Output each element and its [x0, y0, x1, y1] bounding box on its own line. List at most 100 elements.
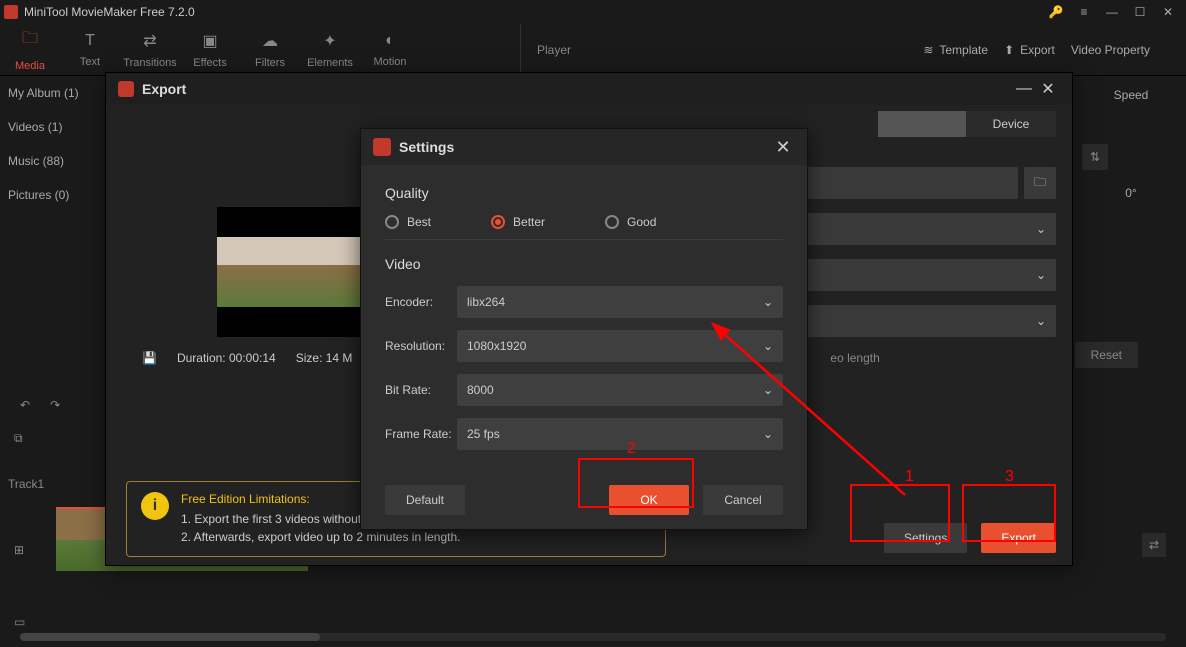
- save-icon: 💾: [142, 351, 157, 365]
- chevron-down-icon: ⌄: [1036, 314, 1046, 328]
- layers-icon: ≋: [923, 43, 933, 57]
- close-icon[interactable]: ✕: [1154, 0, 1182, 24]
- motion-icon: ◐: [360, 32, 420, 50]
- app-title: MiniTool MovieMaker Free 7.2.0: [24, 5, 1042, 19]
- template-button[interactable]: ≋ Template: [923, 43, 988, 57]
- minimize-icon[interactable]: —: [1098, 0, 1126, 24]
- speed-label[interactable]: Speed: [1076, 76, 1186, 114]
- player-panel: Player ≋ Template ⬆ Export Video Propert…: [520, 24, 1186, 75]
- framerate-dropdown[interactable]: 25 fps⌄: [457, 418, 783, 450]
- folder-icon: 🗀: [0, 27, 60, 54]
- key-icon[interactable]: 🔑: [1042, 0, 1070, 24]
- folder-icon: 🗀: [1034, 173, 1046, 194]
- maximize-icon[interactable]: ☐: [1126, 0, 1154, 24]
- chevron-down-icon: ⌄: [763, 383, 773, 397]
- bitrate-label: Bit Rate:: [385, 383, 457, 397]
- ok-button[interactable]: OK: [609, 485, 689, 515]
- tool-elements[interactable]: ✦ Elements: [300, 31, 360, 69]
- quality-good-radio[interactable]: Good: [605, 215, 656, 229]
- video-section-title: Video: [385, 256, 783, 272]
- export-button[interactable]: ⬆ Export: [1004, 43, 1055, 57]
- tool-text[interactable]: T Text: [60, 32, 120, 68]
- bitrate-dropdown[interactable]: 8000⌄: [457, 374, 783, 406]
- property-adjust-icon[interactable]: ⇅: [1082, 144, 1108, 170]
- duration-value: 00:00:14: [229, 351, 276, 365]
- video-property-button[interactable]: Video Property: [1071, 43, 1150, 57]
- sidebar-item-myalbum[interactable]: My Album (1): [0, 76, 100, 110]
- player-label: Player: [537, 43, 571, 57]
- size-value: 14 M: [326, 351, 353, 365]
- annotation-label-2: 2: [627, 440, 636, 458]
- export-header: Export — ✕: [106, 73, 1072, 105]
- chevron-down-icon: ⌄: [1036, 222, 1046, 236]
- annotation-label-1: 1: [905, 468, 914, 486]
- resolution-label: Resolution:: [385, 339, 457, 353]
- radio-icon: [605, 215, 619, 229]
- titlebar: MiniTool MovieMaker Free 7.2.0 🔑 ≡ — ☐ ✕: [0, 0, 1186, 24]
- timeline-scrollbar[interactable]: [20, 633, 1166, 641]
- default-button[interactable]: Default: [385, 485, 465, 515]
- app-logo-icon: [4, 5, 18, 19]
- settings-close-icon[interactable]: ✕: [771, 135, 795, 159]
- export-minimize-icon[interactable]: —: [1012, 77, 1036, 101]
- framerate-label: Frame Rate:: [385, 427, 457, 441]
- settings-logo-icon: [373, 138, 391, 156]
- export-close-icon[interactable]: ✕: [1036, 77, 1060, 101]
- tool-effects[interactable]: ▣ Effects: [180, 31, 240, 69]
- resolution-dropdown[interactable]: 1080x1920⌄: [457, 330, 783, 362]
- sidebar-item-pictures[interactable]: Pictures (0): [0, 178, 100, 212]
- quality-section-title: Quality: [385, 185, 783, 201]
- radio-icon: [385, 215, 399, 229]
- encoder-dropdown[interactable]: libx264⌄: [457, 286, 783, 318]
- main-toolbar: 🗀 Media T Text ⇄ Transitions ▣ Effects ☁…: [0, 24, 1186, 76]
- filters-icon: ☁: [240, 31, 300, 51]
- add-track-icon[interactable]: ▭: [14, 615, 25, 629]
- scrollbar-thumb[interactable]: [20, 633, 320, 641]
- sidebar-item-music[interactable]: Music (88): [0, 144, 100, 178]
- copy-icon[interactable]: ⧉: [14, 431, 23, 446]
- chevron-down-icon: ⌄: [763, 427, 773, 441]
- export-confirm-button[interactable]: Export: [981, 523, 1056, 553]
- tool-transitions[interactable]: ⇄ Transitions: [120, 31, 180, 69]
- chevron-down-icon: ⌄: [763, 339, 773, 353]
- annotation-label-3: 3: [1005, 468, 1014, 486]
- tool-motion[interactable]: ◐ Motion: [360, 32, 420, 68]
- media-sidebar: My Album (1) Videos (1) Music (88) Pictu…: [0, 76, 100, 212]
- swap-icon[interactable]: ⇄: [1142, 533, 1166, 557]
- quality-better-radio[interactable]: Better: [491, 215, 545, 229]
- encoder-label: Encoder:: [385, 295, 457, 309]
- quality-best-radio[interactable]: Best: [385, 215, 431, 229]
- settings-title: Settings: [399, 139, 771, 155]
- track-label: Track1: [8, 477, 44, 491]
- cancel-button[interactable]: Cancel: [703, 485, 783, 515]
- upload-icon: ⬆: [1004, 43, 1014, 57]
- reset-button[interactable]: Reset: [1075, 342, 1138, 368]
- size-label: Size:: [296, 351, 323, 365]
- settings-dialog: Settings ✕ Quality Best Better Good Vide…: [360, 128, 808, 530]
- limitations-line2: 2. Afterwards, export video up to 2 minu…: [181, 528, 461, 546]
- info-icon: i: [141, 492, 169, 520]
- radio-checked-icon: [491, 215, 505, 229]
- tab-device[interactable]: Device: [966, 111, 1056, 137]
- tool-filters[interactable]: ☁ Filters: [240, 31, 300, 69]
- export-title: Export: [142, 81, 1012, 97]
- browse-folder-button[interactable]: 🗀: [1024, 167, 1056, 199]
- menu-icon[interactable]: ≡: [1070, 0, 1098, 24]
- sidebar-item-videos[interactable]: Videos (1): [0, 110, 100, 144]
- rotation-value: 0°: [1076, 174, 1186, 212]
- transitions-icon: ⇄: [120, 31, 180, 51]
- settings-button[interactable]: Settings: [884, 523, 967, 553]
- chevron-down-icon: ⌄: [1036, 268, 1046, 282]
- text-icon: T: [60, 32, 120, 50]
- tool-media[interactable]: 🗀 Media: [0, 27, 60, 72]
- duration-label: Duration:: [177, 351, 226, 365]
- redo-icon[interactable]: ↷: [50, 398, 60, 412]
- export-logo-icon: [118, 81, 134, 97]
- tab-pc[interactable]: [878, 111, 966, 137]
- chevron-down-icon: ⌄: [763, 295, 773, 309]
- track-type-icon[interactable]: ⊞: [14, 543, 24, 557]
- undo-icon[interactable]: ↶: [20, 398, 30, 412]
- video-length-label: eo length: [830, 351, 1056, 365]
- effects-icon: ▣: [180, 31, 240, 51]
- elements-icon: ✦: [300, 31, 360, 51]
